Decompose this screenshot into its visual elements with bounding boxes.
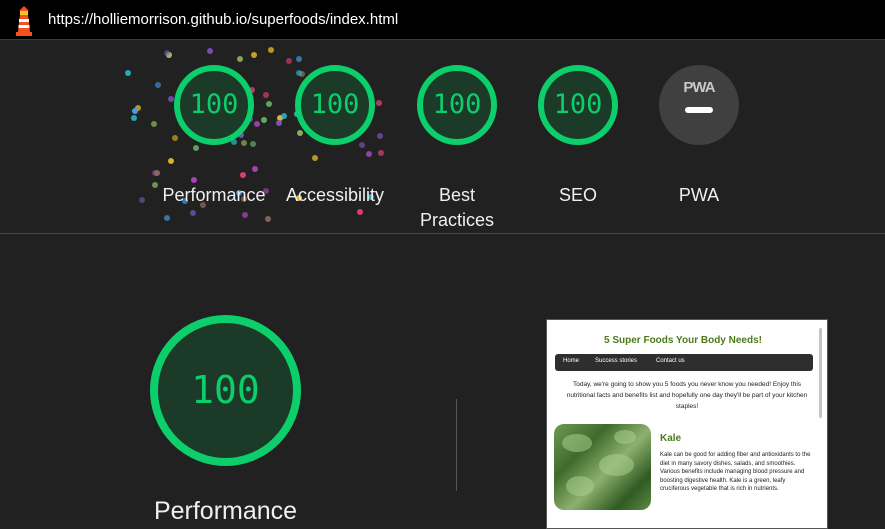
page-url[interactable]: https://holliemorrison.github.io/superfo… [48, 11, 398, 28]
score-summary: 100 Performance 100 Accessibility 100 Be… [0, 41, 885, 234]
confetti-dot [250, 141, 257, 148]
performance-score-value: 100 [191, 368, 260, 412]
confetti-dot [163, 49, 170, 56]
preview-scrollbar [819, 328, 822, 418]
confetti-dot [286, 58, 293, 65]
confetti-dot [154, 169, 161, 176]
confetti-dot [154, 82, 161, 89]
score-ring: 100 [538, 65, 618, 145]
divider [456, 399, 457, 491]
confetti-dot [130, 115, 137, 122]
score-ring: 100 [174, 65, 254, 145]
preview-intro-text: Today, we're going to show you 5 foods y… [566, 381, 808, 410]
confetti-dot [172, 135, 179, 142]
confetti-dot [252, 165, 259, 172]
confetti-dot [265, 216, 272, 223]
confetti-dot [260, 116, 267, 123]
confetti-dot [190, 210, 196, 217]
confetti-dot [192, 145, 199, 152]
confetti-dot [150, 120, 157, 127]
pwa-badge-text: PWA [683, 79, 715, 96]
url-bar: https://holliemorrison.github.io/superfo… [0, 0, 885, 40]
confetti-dot [253, 120, 260, 127]
preview-item-title: Kale [660, 433, 682, 444]
preview-nav-success: Success stories [595, 358, 638, 364]
confetti-dot [276, 120, 283, 127]
pwa-badge-icon: PWA [659, 65, 739, 145]
preview-nav-home: Home [563, 358, 580, 364]
confetti-dot [267, 47, 274, 54]
confetti-dot [295, 56, 302, 63]
confetti-dot [377, 149, 384, 156]
confetti-dot [167, 158, 174, 165]
performance-section-title: Performance [153, 497, 298, 525]
confetti-dot [359, 142, 366, 149]
preview-item-body: Kale can be good for adding fiber and an… [660, 452, 811, 492]
performance-score-gauge[interactable]: 100 [150, 315, 301, 466]
gauge-label: Best Practices [419, 185, 495, 230]
score-value: 100 [189, 89, 239, 120]
score-ring: 100 [295, 65, 375, 145]
confetti-dot [241, 139, 248, 146]
score-ring: 100 [417, 65, 497, 145]
preview-nav-contact: Contact us [656, 358, 685, 364]
confetti-dot [131, 107, 138, 114]
lighthouse-icon [16, 6, 32, 36]
score-value: 100 [553, 89, 603, 120]
final-screenshot-preview[interactable]: 5 Super Foods Your Body Needs! Home Succ… [546, 319, 828, 529]
preview-page-title: 5 Super Foods Your Body Needs! [604, 335, 762, 346]
confetti-dot [239, 172, 246, 179]
gauge-label: Accessibility [285, 185, 385, 205]
confetti-dot [207, 47, 214, 54]
confetti-dot [377, 133, 384, 140]
confetti-dot [251, 52, 258, 59]
confetti-dot [124, 70, 131, 77]
confetti-dot [280, 113, 287, 120]
score-value: 100 [432, 89, 482, 120]
confetti-dot [262, 91, 269, 98]
confetti-dot [164, 215, 170, 222]
gauge-label: Performance [162, 185, 266, 205]
preview-nav-bar: Home Success stories Contact us [555, 354, 813, 371]
confetti-dot [311, 154, 318, 161]
confetti-dot [366, 151, 373, 158]
confetti-dot [241, 212, 248, 219]
pwa-dash [685, 107, 713, 113]
confetti-dot [375, 99, 382, 106]
confetti-dot [265, 100, 272, 107]
gauge-label: SEO [558, 185, 597, 205]
score-value: 100 [310, 89, 360, 120]
confetti-dot [236, 56, 243, 63]
gauge-label: PWA [678, 185, 720, 205]
kale-image [554, 424, 651, 510]
confetti-dot [357, 208, 364, 215]
